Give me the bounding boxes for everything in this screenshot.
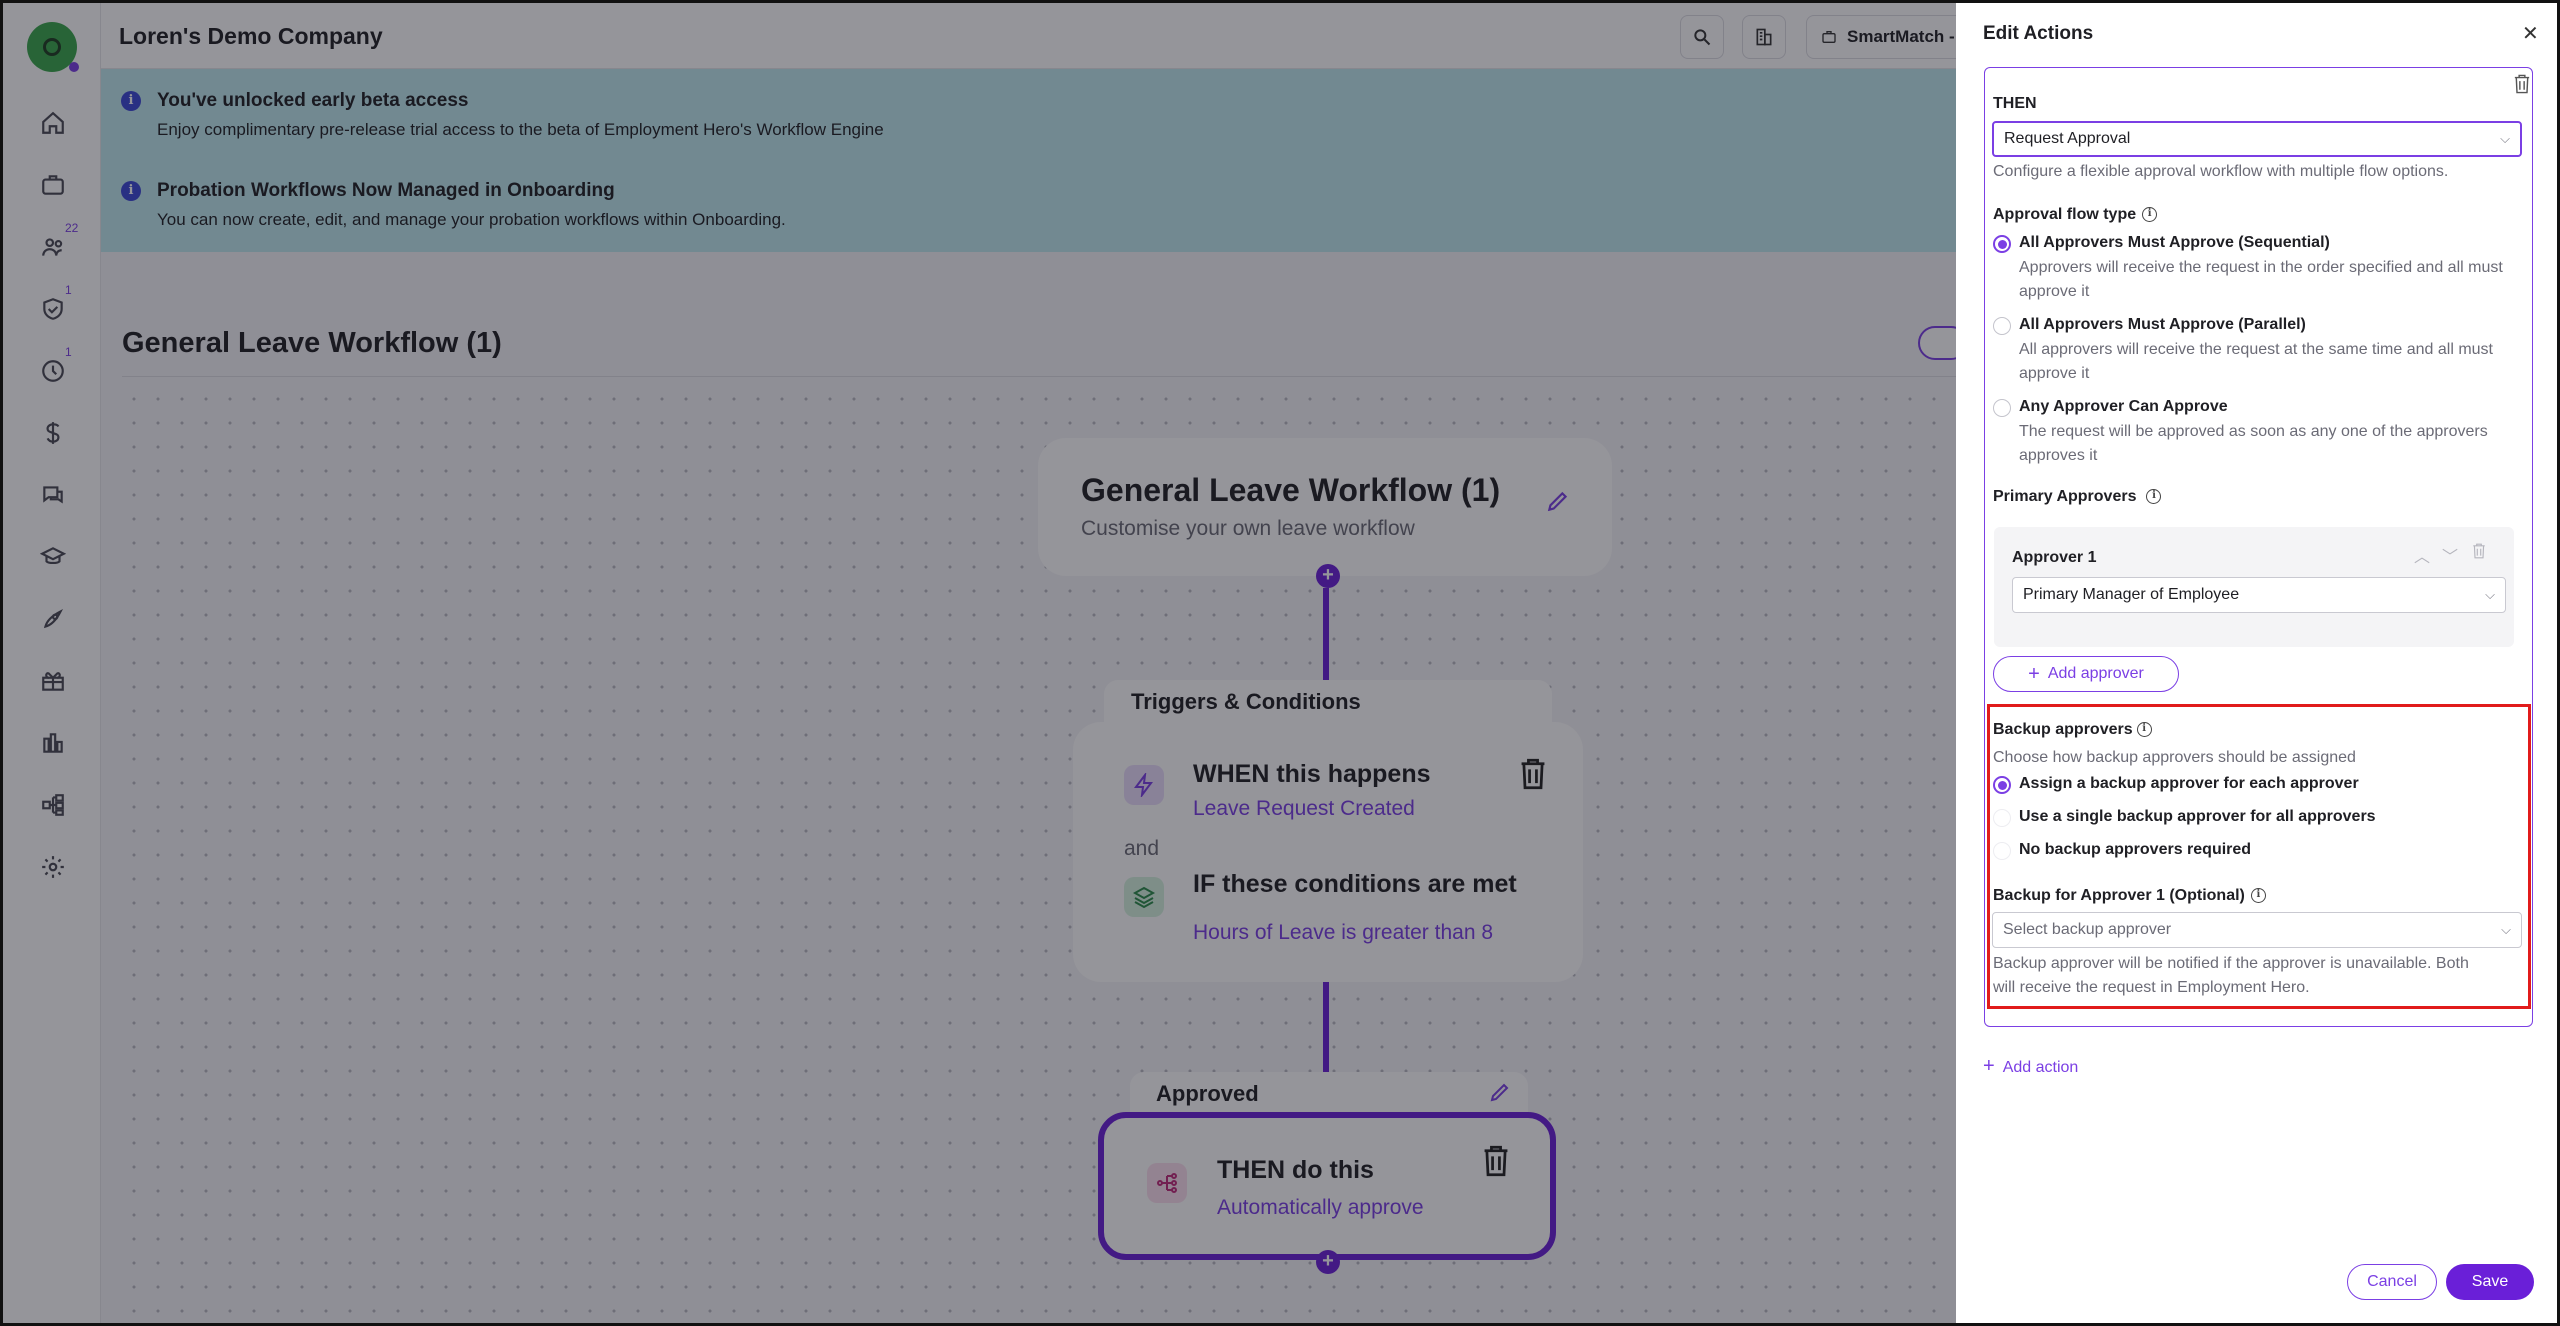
move-up-icon[interactable]: ︿ xyxy=(2414,543,2430,567)
action-type-select[interactable]: Request Approval ⌵ xyxy=(1992,121,2522,157)
primary-approvers-label: Primary Approvers i xyxy=(1993,488,2162,506)
then-label: THEN xyxy=(1993,95,2037,112)
modal-overlay[interactable] xyxy=(0,0,1956,1326)
action-type-value: Request Approval xyxy=(2004,130,2131,147)
backup-for-approver-label: Backup for Approver 1 (Optional) i xyxy=(1993,887,2266,905)
backup-approver-select[interactable]: Select backup approver ⌵ xyxy=(1992,912,2522,948)
radio-flow-sequential[interactable] xyxy=(1993,235,2011,253)
plus-icon: + xyxy=(1983,1055,1995,1077)
edit-actions-panel: Edit Actions ✕ THEN Request Approval ⌵ Co… xyxy=(1956,3,2557,1323)
flow-option-desc: Approvers will receive the request in th… xyxy=(2019,259,2503,276)
move-down-icon[interactable]: ﹀ xyxy=(2442,543,2458,567)
delete-icon[interactable] xyxy=(2513,74,2531,94)
action-help-text: Configure a flexible approval workflow w… xyxy=(1993,163,2449,180)
flow-option-title[interactable]: Any Approver Can Approve xyxy=(2019,398,2228,416)
radio-flow-parallel[interactable] xyxy=(1993,317,2011,335)
info-icon[interactable]: i xyxy=(2142,207,2158,223)
flow-option-desc: The request will be approved as soon as … xyxy=(2019,423,2488,440)
info-icon[interactable]: i xyxy=(2146,489,2162,505)
backup-option-title[interactable]: No backup approvers required xyxy=(2019,841,2251,859)
delete-icon[interactable] xyxy=(2472,543,2486,559)
radio-flow-any[interactable] xyxy=(1993,399,2011,417)
info-icon[interactable]: i xyxy=(2136,722,2152,738)
approver-1-label: Approver 1 xyxy=(2012,549,2097,566)
chevron-down-icon: ⌵ xyxy=(2485,587,2495,602)
backup-approvers-label: Backup approvers i xyxy=(1993,721,2152,739)
panel-title: Edit Actions xyxy=(1983,23,2094,44)
flow-type-label: Approval flow type i xyxy=(1993,206,2158,224)
info-icon[interactable]: i xyxy=(2250,888,2266,904)
radio-backup-none[interactable] xyxy=(1993,842,2011,860)
add-approver-button[interactable]: + Add approver xyxy=(1993,656,2179,692)
flow-option-desc: approves it xyxy=(2019,447,2098,464)
approver-card: Approver 1 ︿ ﹀ Primary Manager of Employ… xyxy=(1994,527,2514,647)
plus-icon: + xyxy=(2028,662,2040,685)
radio-backup-single[interactable] xyxy=(1993,809,2011,827)
chevron-down-icon: ⌵ xyxy=(2501,922,2511,937)
chevron-down-icon: ⌵ xyxy=(2500,131,2510,146)
backup-option-title[interactable]: Assign a backup approver for each approv… xyxy=(2019,775,2359,793)
backup-option-title[interactable]: Use a single backup approver for all app… xyxy=(2019,808,2376,826)
add-action-label: Add action xyxy=(2002,1059,2079,1076)
flow-option-desc: All approvers will receive the request a… xyxy=(2019,341,2493,358)
backup-help-text: Choose how backup approvers should be as… xyxy=(1993,749,2356,766)
backup-note: Backup approver will be notified if the … xyxy=(1993,955,2469,972)
add-approver-label: Add approver xyxy=(2047,665,2144,682)
cancel-button[interactable]: Cancel xyxy=(2347,1264,2437,1300)
flow-option-desc: approve it xyxy=(2019,283,2090,300)
add-action-button[interactable]: + Add action xyxy=(1983,1055,2078,1078)
flow-option-title[interactable]: All Approvers Must Approve (Parallel) xyxy=(2019,316,2306,334)
flow-option-desc: approve it xyxy=(2019,365,2090,382)
flow-option-title[interactable]: All Approvers Must Approve (Sequential) xyxy=(2019,234,2330,252)
approver-1-select[interactable]: Primary Manager of Employee ⌵ xyxy=(2012,577,2506,613)
close-icon[interactable]: ✕ xyxy=(2522,21,2539,46)
save-button[interactable]: Save xyxy=(2446,1264,2534,1300)
backup-note: will receive the request in Employment H… xyxy=(1993,979,2310,996)
approver-1-value: Primary Manager of Employee xyxy=(2023,586,2240,603)
radio-backup-each[interactable] xyxy=(1993,776,2011,794)
backup-approver-placeholder: Select backup approver xyxy=(2003,921,2172,938)
